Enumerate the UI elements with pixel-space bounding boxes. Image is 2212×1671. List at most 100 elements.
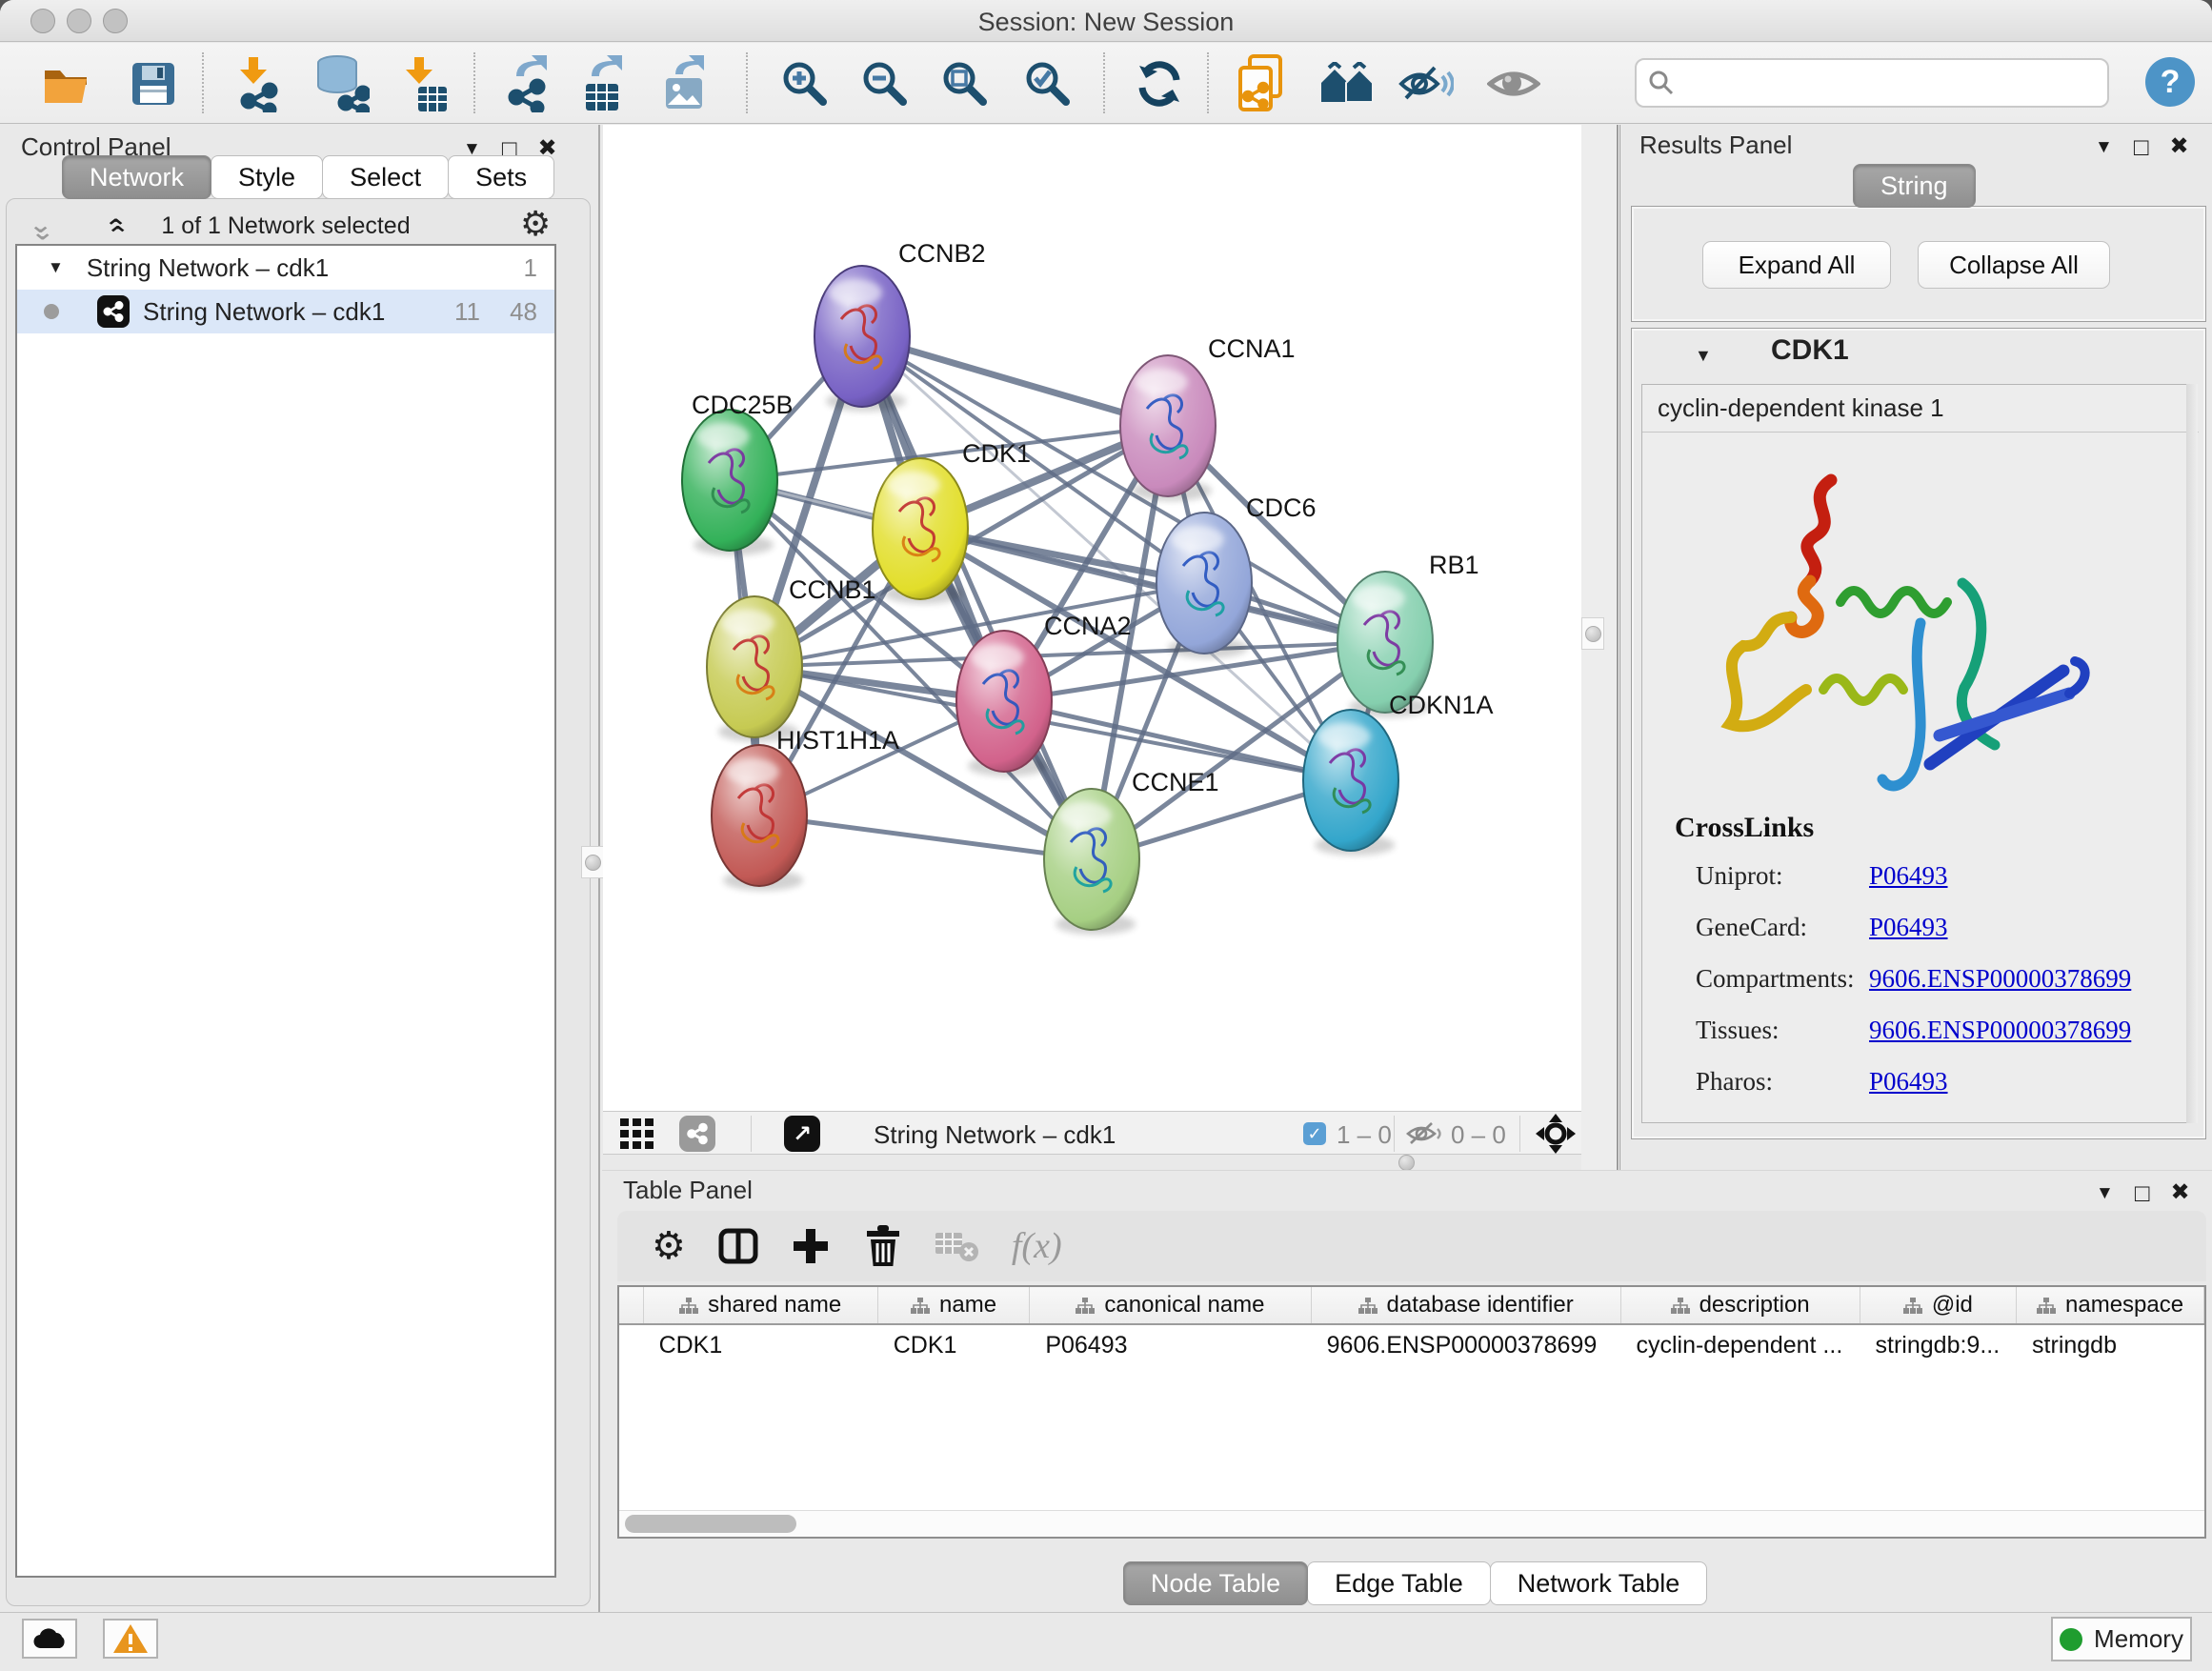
protein-node-ccnb2[interactable] bbox=[814, 266, 910, 412]
zoom-in-icon[interactable] bbox=[777, 56, 833, 111]
column-header-name[interactable]: name bbox=[878, 1287, 1031, 1323]
tab-string[interactable]: String bbox=[1853, 164, 1976, 208]
crosslink-link[interactable]: P06493 bbox=[1869, 861, 1948, 890]
column-header-description[interactable]: description bbox=[1621, 1287, 1860, 1323]
cloud-icon bbox=[32, 1627, 67, 1650]
memory-button[interactable]: Memory bbox=[2051, 1617, 2192, 1661]
tab-sets[interactable]: Sets bbox=[448, 155, 554, 199]
refresh-icon[interactable] bbox=[1132, 56, 1187, 111]
export-network-icon[interactable] bbox=[502, 56, 557, 111]
cell-canonical-name[interactable]: P06493 bbox=[1030, 1332, 1311, 1359]
crosslink-link[interactable]: 9606.ENSP00000378699 bbox=[1869, 1016, 2131, 1044]
column-header-shared-name[interactable]: shared name bbox=[644, 1287, 878, 1323]
results-scrollbar[interactable] bbox=[2186, 384, 2198, 1123]
network-canvas[interactable]: CCNB2CCNA1CDC25BCDK1CDC6RB1CCNB1CCNA2CDK… bbox=[603, 125, 1581, 1111]
crosslink-link[interactable]: P06493 bbox=[1869, 1067, 1948, 1096]
tab-network-table[interactable]: Network Table bbox=[1490, 1561, 1708, 1605]
network-options-gear-icon[interactable]: ⚙ bbox=[520, 205, 551, 244]
protein-expander-icon[interactable]: ▼ bbox=[1695, 346, 1712, 366]
column-header-database-identifier[interactable]: database identifier bbox=[1312, 1287, 1621, 1323]
node-label: CCNB2 bbox=[898, 239, 986, 268]
hidden-eye-icon[interactable] bbox=[1406, 1119, 1446, 1153]
birds-eye-view-icon[interactable] bbox=[1319, 56, 1375, 111]
protein-node-ccne1[interactable] bbox=[1044, 789, 1139, 935]
zoom-selected-icon[interactable] bbox=[1020, 56, 1076, 111]
delete-column-icon[interactable] bbox=[863, 1225, 903, 1267]
protein-node-hist1h1a[interactable] bbox=[712, 745, 807, 891]
table-panel-controls: ▼ □ ✖ bbox=[2096, 1180, 2190, 1205]
panel-maximize-icon[interactable]: □ bbox=[2135, 1180, 2150, 1205]
cell-shared-name[interactable]: CDK1 bbox=[644, 1332, 878, 1359]
network-row-selected[interactable]: String Network – cdk1 11 48 bbox=[17, 290, 554, 333]
cell-name[interactable]: CDK1 bbox=[878, 1332, 1031, 1359]
search-field[interactable] bbox=[1635, 58, 2109, 108]
scrollbar-thumb[interactable] bbox=[625, 1515, 796, 1533]
help-button[interactable]: ? bbox=[2145, 57, 2195, 107]
export-image-icon[interactable] bbox=[659, 56, 714, 111]
crosslink-label: Compartments: bbox=[1696, 964, 1869, 994]
panel-close-icon[interactable]: ✖ bbox=[2170, 135, 2189, 158]
column-header-canonical-name[interactable]: canonical name bbox=[1030, 1287, 1311, 1323]
add-column-icon[interactable] bbox=[791, 1226, 831, 1266]
panel-float-icon[interactable]: ▼ bbox=[2096, 1184, 2114, 1202]
search-input[interactable] bbox=[1684, 69, 2096, 97]
save-session-icon[interactable] bbox=[126, 56, 181, 111]
crosslink-label: Pharos: bbox=[1696, 1067, 1869, 1097]
import-table-file-icon[interactable] bbox=[396, 56, 452, 111]
protein-node-cdc25b[interactable] bbox=[682, 410, 777, 555]
cell-id[interactable]: stringdb:9... bbox=[1860, 1332, 2018, 1359]
birds-eye-toggle-icon[interactable] bbox=[1535, 1113, 1577, 1159]
annotation-eye-icon[interactable] bbox=[1486, 56, 1541, 111]
expand-all-button[interactable]: Expand All bbox=[1702, 241, 1891, 289]
collapse-all-button[interactable]: Collapse All bbox=[1918, 241, 2110, 289]
horizontal-splitter[interactable] bbox=[603, 1156, 1620, 1170]
graphics-details-icon[interactable] bbox=[1398, 56, 1454, 111]
open-in-window-icon[interactable]: ↗ bbox=[784, 1116, 820, 1152]
tab-style[interactable]: Style bbox=[211, 155, 323, 199]
panel-maximize-icon[interactable]: □ bbox=[2134, 134, 2149, 159]
crosslink-link[interactable]: P06493 bbox=[1869, 913, 1948, 941]
table-horizontal-scrollbar[interactable] bbox=[619, 1510, 2204, 1537]
crosslink-row: Uniprot:P06493 bbox=[1696, 861, 1948, 891]
protein-node-cdc6[interactable] bbox=[1156, 513, 1252, 658]
tab-node-table[interactable]: Node Table bbox=[1123, 1561, 1308, 1605]
crosslink-link[interactable]: 9606.ENSP00000378699 bbox=[1869, 964, 2131, 993]
table-options-gear-icon[interactable]: ⚙ bbox=[652, 1224, 686, 1268]
network-edge[interactable] bbox=[754, 667, 1351, 780]
protein-node-cdk1[interactable] bbox=[873, 458, 968, 604]
function-builder-icon[interactable]: f(x) bbox=[1012, 1225, 1062, 1267]
collection-expander-icon[interactable]: ▼ bbox=[48, 258, 64, 277]
splitter-handle[interactable] bbox=[1398, 1155, 1415, 1171]
table-row[interactable]: CDK1CDK1P064939606.ENSP00000378699cyclin… bbox=[619, 1325, 2204, 1365]
zoom-fit-icon[interactable] bbox=[937, 56, 993, 111]
grid-view-icon[interactable] bbox=[620, 1118, 656, 1154]
panel-close-icon[interactable]: ✖ bbox=[2171, 1181, 2190, 1204]
network-edge[interactable] bbox=[759, 815, 1092, 859]
export-table-icon[interactable] bbox=[577, 56, 633, 111]
network-collection-row[interactable]: ▼ String Network – cdk1 1 bbox=[17, 246, 554, 290]
cell-description[interactable]: cyclin-dependent ... bbox=[1620, 1332, 1860, 1359]
import-network-file-icon[interactable] bbox=[231, 56, 286, 111]
delete-table-icon[interactable] bbox=[935, 1229, 979, 1263]
cell-database-identifier[interactable]: 9606.ENSP00000378699 bbox=[1312, 1332, 1621, 1359]
panel-float-icon[interactable]: ▼ bbox=[2095, 138, 2113, 156]
cell-namespace[interactable]: stringdb bbox=[2017, 1332, 2204, 1359]
left-splitter-handle[interactable] bbox=[581, 846, 604, 878]
protein-node-cdkn1a[interactable] bbox=[1303, 710, 1398, 856]
network-share-view-icon[interactable] bbox=[679, 1116, 715, 1152]
open-file-icon[interactable] bbox=[40, 56, 95, 111]
protein-node-ccnb1[interactable] bbox=[707, 596, 802, 742]
warning-button[interactable] bbox=[103, 1619, 158, 1659]
import-network-database-icon[interactable] bbox=[314, 56, 370, 111]
show-columns-icon[interactable] bbox=[718, 1227, 758, 1265]
zoom-out-icon[interactable] bbox=[857, 56, 913, 111]
tab-network[interactable]: Network bbox=[62, 155, 211, 199]
right-splitter-handle[interactable] bbox=[1581, 617, 1604, 650]
copy-style-icon[interactable] bbox=[1236, 56, 1291, 111]
selected-checkbox-icon[interactable]: ✓ bbox=[1303, 1122, 1326, 1145]
tab-edge-table[interactable]: Edge Table bbox=[1307, 1561, 1491, 1605]
column-header-id[interactable]: @id bbox=[1860, 1287, 2017, 1323]
tab-select[interactable]: Select bbox=[322, 155, 449, 199]
column-header-namespace[interactable]: namespace bbox=[2017, 1287, 2204, 1323]
cloud-button[interactable] bbox=[22, 1619, 77, 1659]
